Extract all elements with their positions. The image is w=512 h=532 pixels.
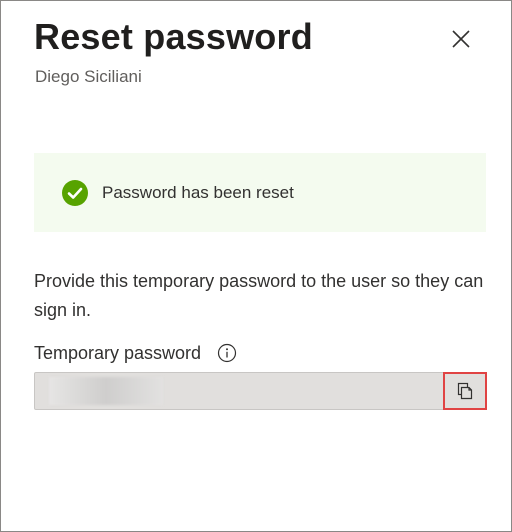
success-message: Password has been reset <box>102 182 294 202</box>
panel-subtitle: Diego Siciliani <box>35 67 142 86</box>
copy-password-button[interactable] <box>443 372 487 410</box>
temporary-password-field[interactable] <box>34 372 486 410</box>
reset-password-panel: Reset password Diego Siciliani Password … <box>0 0 512 532</box>
panel-title: Reset password <box>34 16 313 57</box>
copy-icon <box>457 382 473 400</box>
close-button[interactable] <box>447 25 475 53</box>
info-icon[interactable] <box>217 343 237 363</box>
checkmark-circle-icon <box>62 179 88 206</box>
success-message-bar: Password has been reset <box>34 153 486 232</box>
instructions-text: Provide this temporary password to the u… <box>34 271 484 320</box>
temporary-password-label-row: Temporary password <box>34 339 237 367</box>
temporary-password-label: Temporary password <box>34 343 202 363</box>
close-icon <box>452 30 470 48</box>
temporary-password-value <box>49 377 163 405</box>
